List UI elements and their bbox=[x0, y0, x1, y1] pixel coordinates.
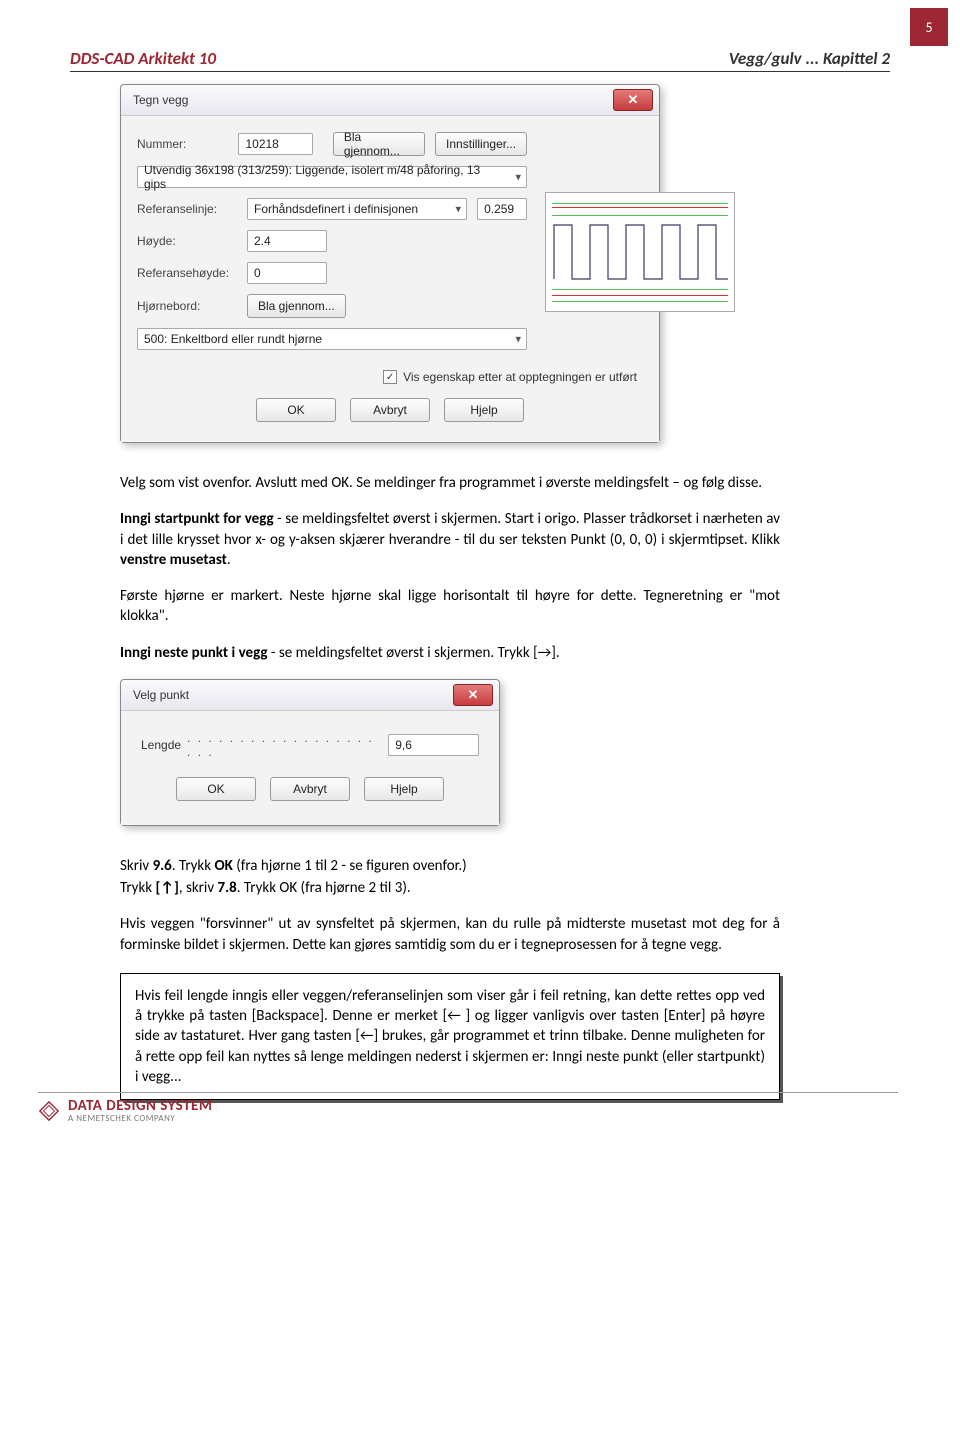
hjornebord-dropdown[interactable]: 500: Enkeltbord eller rundt hjørne bbox=[137, 328, 527, 350]
dialog-velg-punkt: Velg punkt ✕ Lengde . . . . . . . . . . … bbox=[120, 679, 500, 826]
para-6: Trykk [↑], skriv 7.8. Trykk OK (fra hjør… bbox=[120, 878, 780, 898]
referanselinje-label: Referanselinje: bbox=[137, 202, 237, 216]
show-props-label: Vis egenskap etter at opptegningen er ut… bbox=[403, 370, 637, 384]
para-5: Skriv 9.6. Trykk OK (fra hjørne 1 til 2 … bbox=[120, 856, 780, 876]
dialog2-ok-button[interactable]: OK bbox=[176, 777, 256, 801]
refh-label: Referansehøyde: bbox=[137, 266, 237, 280]
refh-input[interactable]: 0 bbox=[247, 262, 327, 284]
para-3: Første hjørne er markert. Neste hjørne s… bbox=[120, 586, 780, 627]
wall-preview bbox=[545, 192, 735, 312]
dialog2-title: Velg punkt bbox=[133, 688, 189, 702]
dialog-title: Tegn vegg bbox=[133, 93, 188, 107]
para-7: Hvis veggen "forsvinner" ut av synsfelte… bbox=[120, 914, 780, 955]
dialog2-avbryt-button[interactable]: Avbryt bbox=[270, 777, 350, 801]
hjornebord-label: Hjørnebord: bbox=[137, 299, 237, 313]
innstillinger-button[interactable]: Innstillinger... bbox=[435, 132, 527, 156]
bla-gjennom-button[interactable]: Bla gjennom... bbox=[333, 132, 425, 156]
para-4: Inngi neste punkt i vegg - se meldingsfe… bbox=[120, 643, 780, 663]
ok-button[interactable]: OK bbox=[256, 398, 336, 422]
hoyde-label: Høyde: bbox=[137, 234, 237, 248]
page-header: DDS-CAD Arkitekt 10 Vegg/gulv ... Kapitt… bbox=[70, 48, 890, 72]
show-props-checkbox[interactable]: ✓ bbox=[383, 370, 397, 384]
header-left: DDS-CAD Arkitekt 10 bbox=[70, 48, 216, 69]
hoyde-input[interactable]: 2.4 bbox=[247, 230, 327, 252]
hjelp-button[interactable]: Hjelp bbox=[444, 398, 524, 422]
para-2: Inngi startpunkt for vegg - se meldingsf… bbox=[120, 509, 780, 570]
avbryt-button[interactable]: Avbryt bbox=[350, 398, 430, 422]
dialog2-close-button[interactable]: ✕ bbox=[453, 684, 493, 706]
referanselinje-dropdown[interactable]: Forhåndsdefinert i definisjonen bbox=[247, 198, 467, 220]
lengde-input[interactable]: 9,6 bbox=[388, 734, 479, 756]
dialog-tegn-vegg: Tegn vegg ✕ Nummer: 10218 Bla gjennom...… bbox=[120, 84, 660, 443]
para-1: Velg som vist ovenfor. Avslutt med OK. S… bbox=[120, 473, 780, 493]
lengde-label: Lengde bbox=[141, 738, 181, 752]
page-number: 5 bbox=[910, 8, 948, 46]
note-box: Hvis feil lengde inngis eller veggen/ref… bbox=[120, 973, 780, 1100]
close-button[interactable]: ✕ bbox=[613, 89, 653, 111]
dds-logo-icon bbox=[38, 1100, 60, 1122]
referanselinje-num[interactable]: 0.259 bbox=[477, 198, 527, 220]
dialog2-hjelp-button[interactable]: Hjelp bbox=[364, 777, 444, 801]
page-footer: DATA DESIGN SYSTEM A NEMETSCHEK COMPANY bbox=[38, 1092, 898, 1124]
type-dropdown[interactable]: Utvendig 36x198 (313/259): Liggende, iso… bbox=[137, 166, 527, 188]
nummer-input[interactable]: 10218 bbox=[238, 133, 312, 155]
hjornebord-bla-gjennom[interactable]: Bla gjennom... bbox=[247, 294, 346, 318]
header-right: Vegg/gulv ... Kapittel 2 bbox=[729, 48, 890, 69]
lengde-dots: . . . . . . . . . . . . . . . . . . . . … bbox=[187, 731, 382, 759]
nummer-label: Nummer: bbox=[137, 137, 228, 151]
